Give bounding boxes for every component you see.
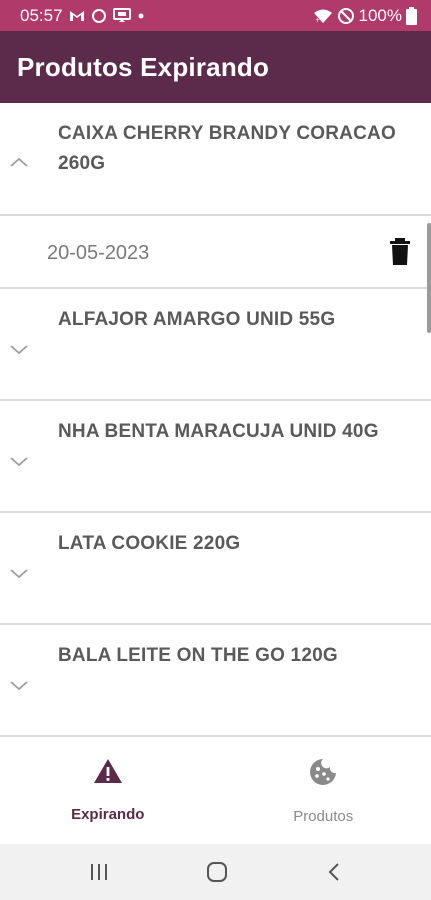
product-name: LATA COOKIE 220G [58, 533, 241, 554]
list-item[interactable]: LATA COOKIE 220G [0, 513, 431, 625]
chevron-down-icon[interactable] [8, 455, 30, 469]
status-right: + 100% [313, 6, 417, 26]
nav-label-expirando: Expirando [71, 806, 145, 823]
nav-tab-expirando[interactable]: Expirando [0, 740, 216, 844]
do-not-disturb-icon [337, 7, 355, 25]
trash-icon[interactable] [389, 238, 411, 266]
list-item[interactable]: ALFAJOR AMARGO UNID 55G [0, 289, 431, 401]
app-bar: Produtos Expirando [0, 31, 431, 103]
product-name: CAIXA CHERRY BRANDY CORACAO 260G [58, 123, 396, 174]
scrollbar[interactable] [427, 223, 431, 333]
chevron-up-icon[interactable] [8, 155, 30, 169]
expiry-detail: 20-05-2023 [0, 216, 431, 289]
chevron-down-icon[interactable] [8, 567, 30, 581]
battery-icon [406, 6, 417, 25]
recents-icon[interactable] [88, 862, 110, 882]
status-left: 05:57 [20, 6, 145, 26]
product-name: BALA LEITE ON THE GO 120G [58, 645, 338, 666]
gmail-icon [69, 9, 85, 22]
chevron-down-icon[interactable] [8, 679, 30, 693]
bottom-navigation: Expirando Produtos [0, 740, 431, 844]
chevron-down-icon[interactable] [8, 343, 30, 357]
cookie-icon [310, 759, 337, 785]
system-nav-bar [0, 844, 431, 900]
list-item[interactable]: BALA LEITE ON THE GO 120G [0, 625, 431, 737]
list-item[interactable]: NHA BENTA MARACUJA UNID 40G [0, 401, 431, 513]
status-bar: 05:57 + 100% [0, 0, 431, 31]
status-time: 05:57 [20, 5, 63, 25]
dot-icon [137, 12, 145, 20]
nav-label-produtos: Produtos [293, 808, 354, 825]
circle-icon [91, 8, 107, 24]
svg-text:+: + [315, 17, 320, 24]
battery-text: 100% [358, 5, 402, 25]
list-item[interactable]: CAIXA CHERRY BRANDY CORACAO 260G [0, 103, 431, 216]
wifi-icon: + [313, 8, 333, 24]
nav-tab-produtos[interactable]: Produtos [216, 740, 431, 844]
cast-icon [112, 8, 131, 23]
product-list[interactable]: CAIXA CHERRY BRANDY CORACAO 260G 20-05-2… [0, 103, 431, 740]
product-name: ALFAJOR AMARGO UNID 55G [58, 309, 336, 330]
page-title: Produtos Expirando [17, 51, 270, 82]
product-name: NHA BENTA MARACUJA UNID 40G [58, 421, 379, 442]
warning-icon [93, 759, 122, 783]
back-icon[interactable] [324, 861, 344, 883]
home-icon[interactable] [205, 860, 229, 884]
expiry-date: 20-05-2023 [47, 242, 150, 264]
